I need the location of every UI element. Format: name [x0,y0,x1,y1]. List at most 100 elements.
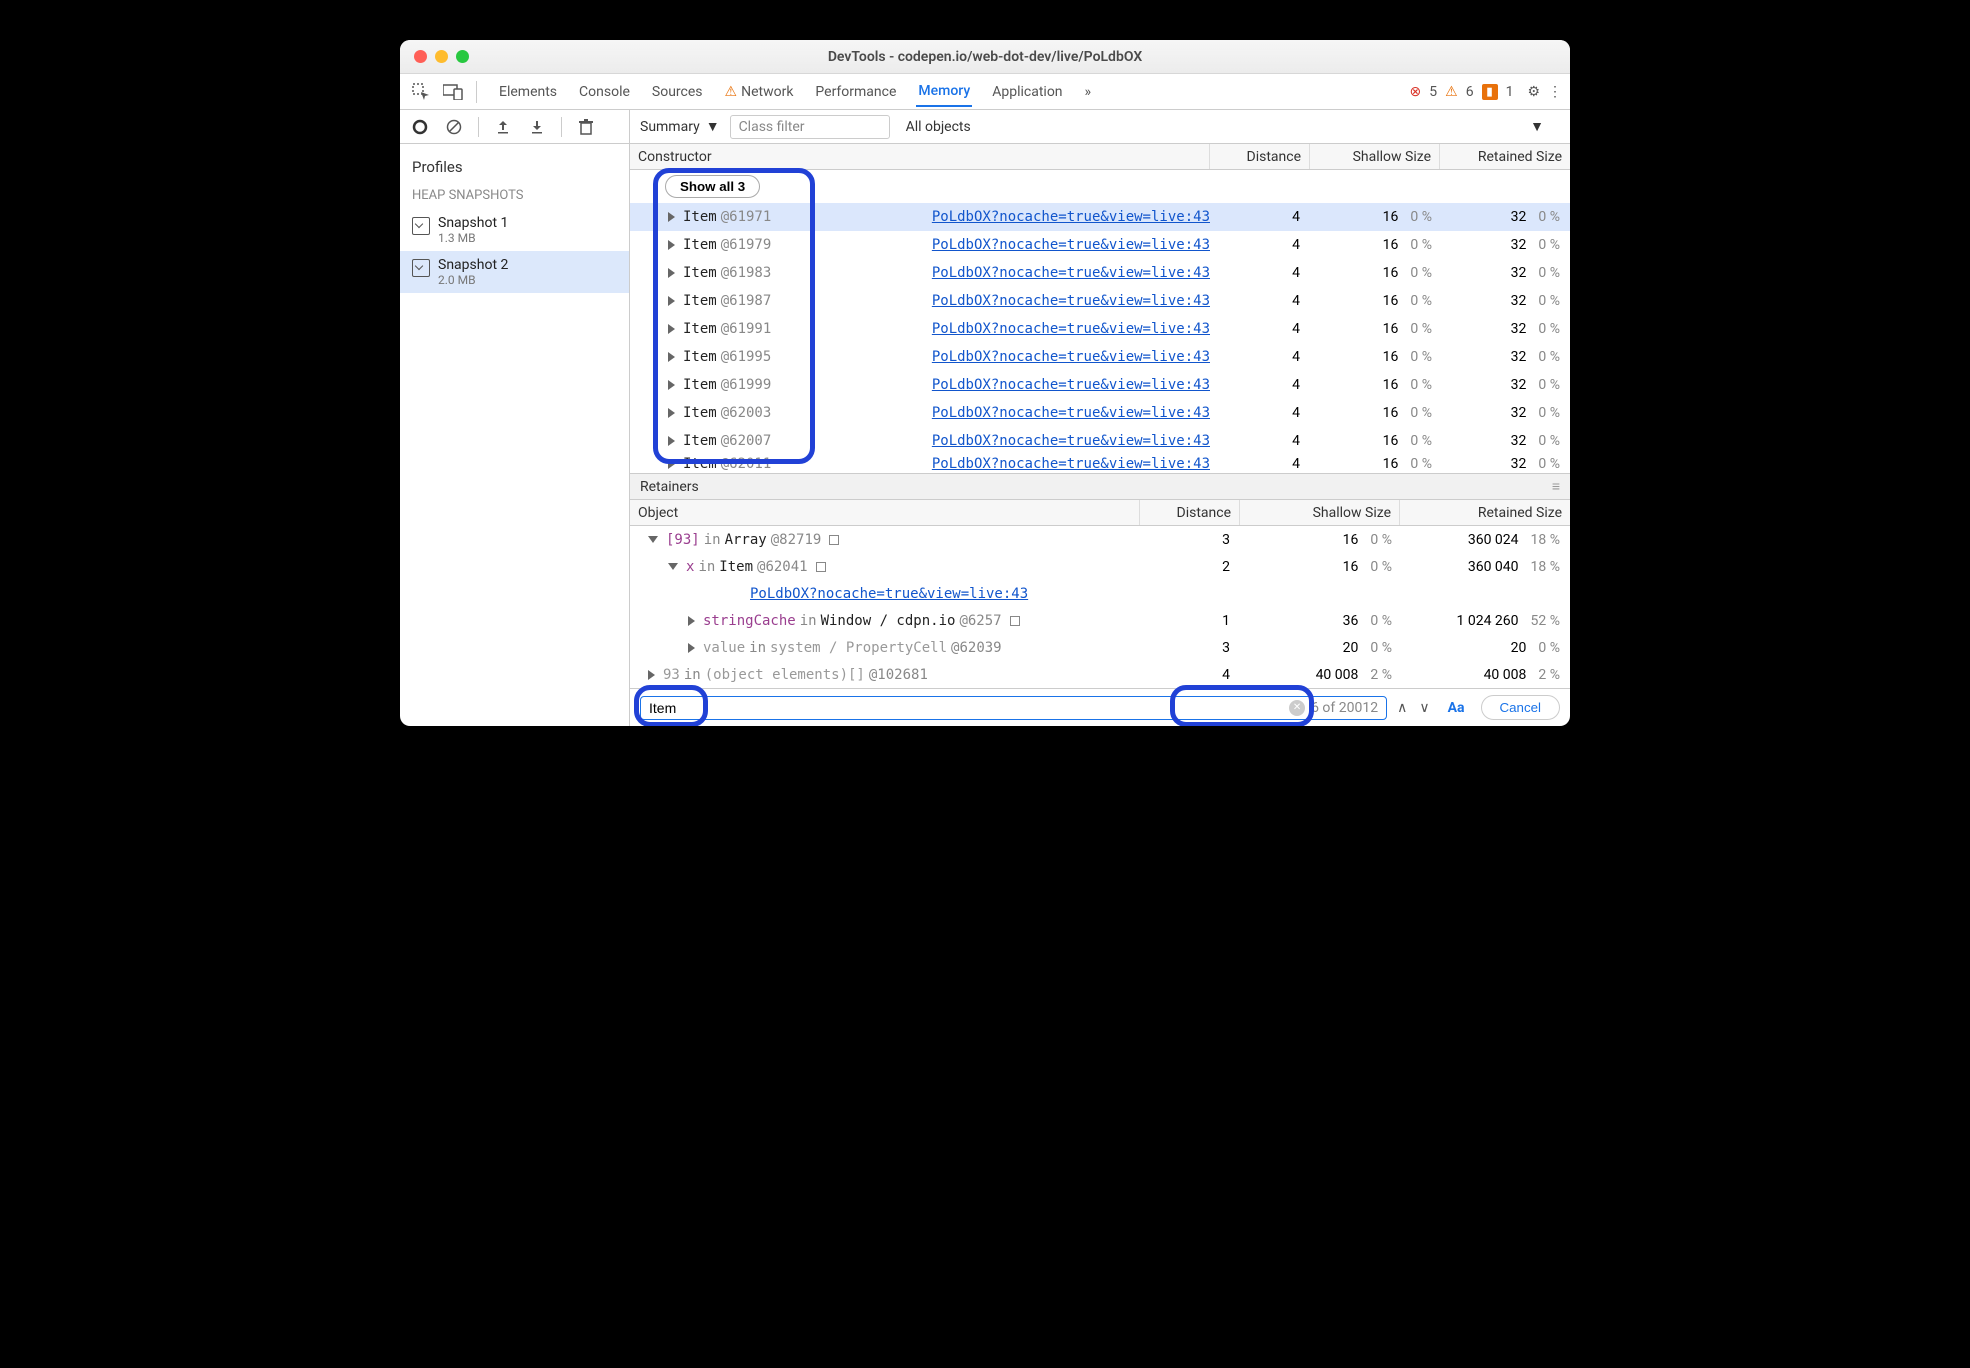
tab-console[interactable]: Console [577,78,632,106]
menu-icon[interactable]: ≡ [1552,478,1560,495]
cancel-button[interactable]: Cancel [1481,695,1561,720]
table-row[interactable]: Item @61995PoLdbOX?nocache=true&view=liv… [630,343,1570,371]
collapse-icon[interactable] [668,563,678,570]
search-bar: ✕ 6 of 20012 ∧ ∨ Aa Cancel [630,688,1570,726]
expand-icon[interactable] [668,240,675,250]
table-row[interactable]: Item @61991PoLdbOX?nocache=true&view=liv… [630,315,1570,343]
error-icon[interactable]: ⊗ [1410,84,1422,100]
expand-icon[interactable] [668,324,675,334]
table-row[interactable]: Item @61979PoLdbOX?nocache=true&view=liv… [630,231,1570,259]
upload-icon[interactable] [493,117,513,137]
gear-icon[interactable]: ⚙ [1527,84,1540,100]
source-link[interactable]: PoLdbOX?nocache=true&view=live:43 [932,433,1210,449]
expand-icon[interactable] [688,643,695,653]
retainer-row[interactable]: value in system / PropertyCell @62039320… [630,634,1570,661]
table-row[interactable]: Item @61999PoLdbOX?nocache=true&view=liv… [630,371,1570,399]
expand-icon[interactable] [668,212,675,222]
zoom-window-button[interactable] [456,50,469,63]
tab-elements[interactable]: Elements [497,78,559,106]
warning-icon[interactable]: ⚠ [1445,84,1458,100]
profiles-sidebar: Profiles HEAP SNAPSHOTS Snapshot 1 1.3 M… [400,144,630,726]
snapshot-item[interactable]: Snapshot 2 2.0 MB [400,251,629,293]
match-case-toggle[interactable]: Aa [1448,700,1465,716]
retainers-header[interactable]: Retainers ≡ [630,473,1570,500]
expand-icon[interactable] [688,616,695,626]
expand-icon[interactable] [668,352,675,362]
search-counter: 6 of 20012 [1311,700,1378,716]
inspect-icon[interactable] [408,79,434,105]
expand-icon[interactable] [668,436,675,446]
retainer-row[interactable]: [93] in Array @827193160 %360 02418 % [630,526,1570,553]
source-link[interactable]: PoLdbOX?nocache=true&view=live:43 [932,265,1210,281]
expand-icon[interactable] [668,380,675,390]
table-row[interactable]: Item @62011PoLdbOX?nocache=true&view=liv… [630,455,1570,473]
search-input[interactable] [649,700,1289,716]
col-shallow[interactable]: Shallow Size [1310,144,1440,169]
tab-network[interactable]: Network [723,78,796,106]
close-window-button[interactable] [414,50,427,63]
tab-performance[interactable]: Performance [813,78,898,106]
col-object[interactable]: Object [630,500,1140,525]
table-row[interactable]: Item @61987PoLdbOX?nocache=true&view=liv… [630,287,1570,315]
window-title: DevTools - codepen.io/web-dot-dev/live/P… [400,49,1570,65]
tab-sources[interactable]: Sources [650,78,705,106]
retainer-row[interactable]: stringCache in Window / cdpn.io @6257136… [630,607,1570,634]
expand-icon[interactable] [648,670,655,680]
divider [476,81,477,103]
all-objects-dropdown[interactable]: All objects [906,119,971,135]
table-row[interactable]: Item @61971PoLdbOX?nocache=true&view=liv… [630,203,1570,231]
class-filter-input[interactable]: Class filter [730,115,890,139]
retainer-row[interactable]: x in Item @620412160 %360 04018 % [630,553,1570,580]
warning-count: 6 [1466,84,1474,100]
clear-icon[interactable] [444,117,464,137]
record-icon[interactable] [410,117,430,137]
col-retained[interactable]: Retained Size [1400,500,1570,525]
chevron-down-icon[interactable]: ▼ [1530,118,1544,135]
download-icon[interactable] [527,117,547,137]
trash-icon[interactable] [576,117,596,137]
prev-match-icon[interactable]: ∧ [1395,700,1409,716]
retainer-row[interactable]: PoLdbOX?nocache=true&view=live:43 [630,580,1570,607]
issues-icon[interactable]: ▮ [1482,84,1498,100]
kebab-icon[interactable]: ⋮ [1548,84,1562,100]
expand-icon[interactable] [668,408,675,418]
expand-icon[interactable] [668,268,675,278]
col-retained[interactable]: Retained Size [1440,144,1570,169]
summary-dropdown[interactable]: Summary ▼ [640,118,720,135]
table-row[interactable]: Item @62003PoLdbOX?nocache=true&view=liv… [630,399,1570,427]
source-link[interactable]: PoLdbOX?nocache=true&view=live:43 [932,377,1210,393]
col-distance[interactable]: Distance [1210,144,1310,169]
clear-search-icon[interactable]: ✕ [1289,700,1305,716]
show-all-button[interactable]: Show all 3 [665,175,760,198]
expand-icon[interactable] [668,296,675,306]
source-link[interactable]: PoLdbOX?nocache=true&view=live:43 [932,237,1210,253]
tab-application[interactable]: Application [990,78,1064,106]
snapshot-icon [412,217,430,235]
tab-more[interactable]: » [1083,78,1094,106]
col-distance[interactable]: Distance [1140,500,1240,525]
snapshot-item[interactable]: Snapshot 1 1.3 MB [400,209,629,251]
object-link-icon[interactable] [1010,616,1020,626]
retainer-row[interactable]: 93 in (object elements)[] @102681440 008… [630,661,1570,688]
table-row[interactable]: Item @61983PoLdbOX?nocache=true&view=liv… [630,259,1570,287]
source-link[interactable]: PoLdbOX?nocache=true&view=live:43 [932,456,1210,472]
col-constructor[interactable]: Constructor [630,144,1210,169]
expand-icon[interactable] [668,459,675,469]
source-link[interactable]: PoLdbOX?nocache=true&view=live:43 [932,349,1210,365]
source-link[interactable]: PoLdbOX?nocache=true&view=live:43 [932,209,1210,225]
table-row[interactable]: Item @62007PoLdbOX?nocache=true&view=liv… [630,427,1570,455]
object-link-icon[interactable] [816,562,826,572]
source-link[interactable]: PoLdbOX?nocache=true&view=live:43 [932,293,1210,309]
minimize-window-button[interactable] [435,50,448,63]
filter-bar: Summary ▼ Class filter All objects ▼ [400,110,1570,144]
collapse-icon[interactable] [648,536,658,543]
source-link[interactable]: PoLdbOX?nocache=true&view=live:43 [932,321,1210,337]
next-match-icon[interactable]: ∨ [1417,700,1431,716]
object-link-icon[interactable] [829,535,839,545]
issues-count: 1 [1506,84,1514,100]
col-shallow[interactable]: Shallow Size [1240,500,1400,525]
source-link[interactable]: PoLdbOX?nocache=true&view=live:43 [932,405,1210,421]
device-toggle-icon[interactable] [440,79,466,105]
tab-memory[interactable]: Memory [916,77,972,107]
source-link[interactable]: PoLdbOX?nocache=true&view=live:43 [750,586,1028,602]
